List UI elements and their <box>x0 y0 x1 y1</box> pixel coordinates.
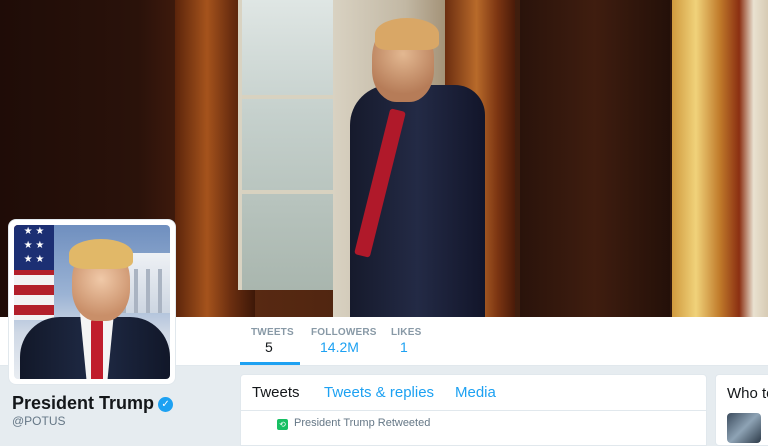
stat-tweets-value: 5 <box>265 339 273 355</box>
stat-followers-label: FOLLOWERS <box>311 327 377 338</box>
tab-tweets-and-replies[interactable]: Tweets & replies <box>324 384 434 401</box>
timeline: Tweets Tweets & replies Media ⟲ President… <box>240 374 707 446</box>
stat-tweets[interactable]: TWEETS 5 <box>240 317 300 365</box>
profile-name[interactable]: President Trump ✓ <box>12 393 174 414</box>
stat-likes[interactable]: LIKES 1 <box>380 317 430 365</box>
retweet-notice: ⟲ President Trump Retweeted <box>277 417 430 430</box>
stat-followers[interactable]: FOLLOWERS 14.2M <box>300 317 380 365</box>
tab-tweets[interactable]: Tweets <box>252 384 300 401</box>
suggested-account-avatar[interactable] <box>727 413 761 443</box>
retweet-notice-text[interactable]: President Trump Retweeted <box>294 417 430 429</box>
stat-tweets-label: TWEETS <box>251 327 294 338</box>
avatar-image: ★ ★ ★ ★ ★ ★ <box>14 225 170 379</box>
flag-graphic: ★ ★ ★ ★ ★ ★ <box>14 225 54 320</box>
timeline-tabs: Tweets Tweets & replies Media <box>241 375 706 411</box>
stat-likes-value: 1 <box>400 339 408 355</box>
profile-avatar[interactable]: ★ ★ ★ ★ ★ ★ <box>9 220 175 384</box>
retweet-icon: ⟲ <box>277 419 288 430</box>
verified-badge-icon: ✓ <box>158 397 174 412</box>
stat-followers-value: 14.2M <box>320 339 359 355</box>
stat-likes-label: LIKES <box>391 327 422 338</box>
profile-handle[interactable]: @POTUS <box>12 414 66 428</box>
who-to-follow-title: Who to <box>727 385 768 402</box>
tab-media[interactable]: Media <box>455 384 496 401</box>
profile-name-text: President Trump <box>12 393 155 413</box>
who-to-follow-panel: Who to <box>715 374 768 446</box>
